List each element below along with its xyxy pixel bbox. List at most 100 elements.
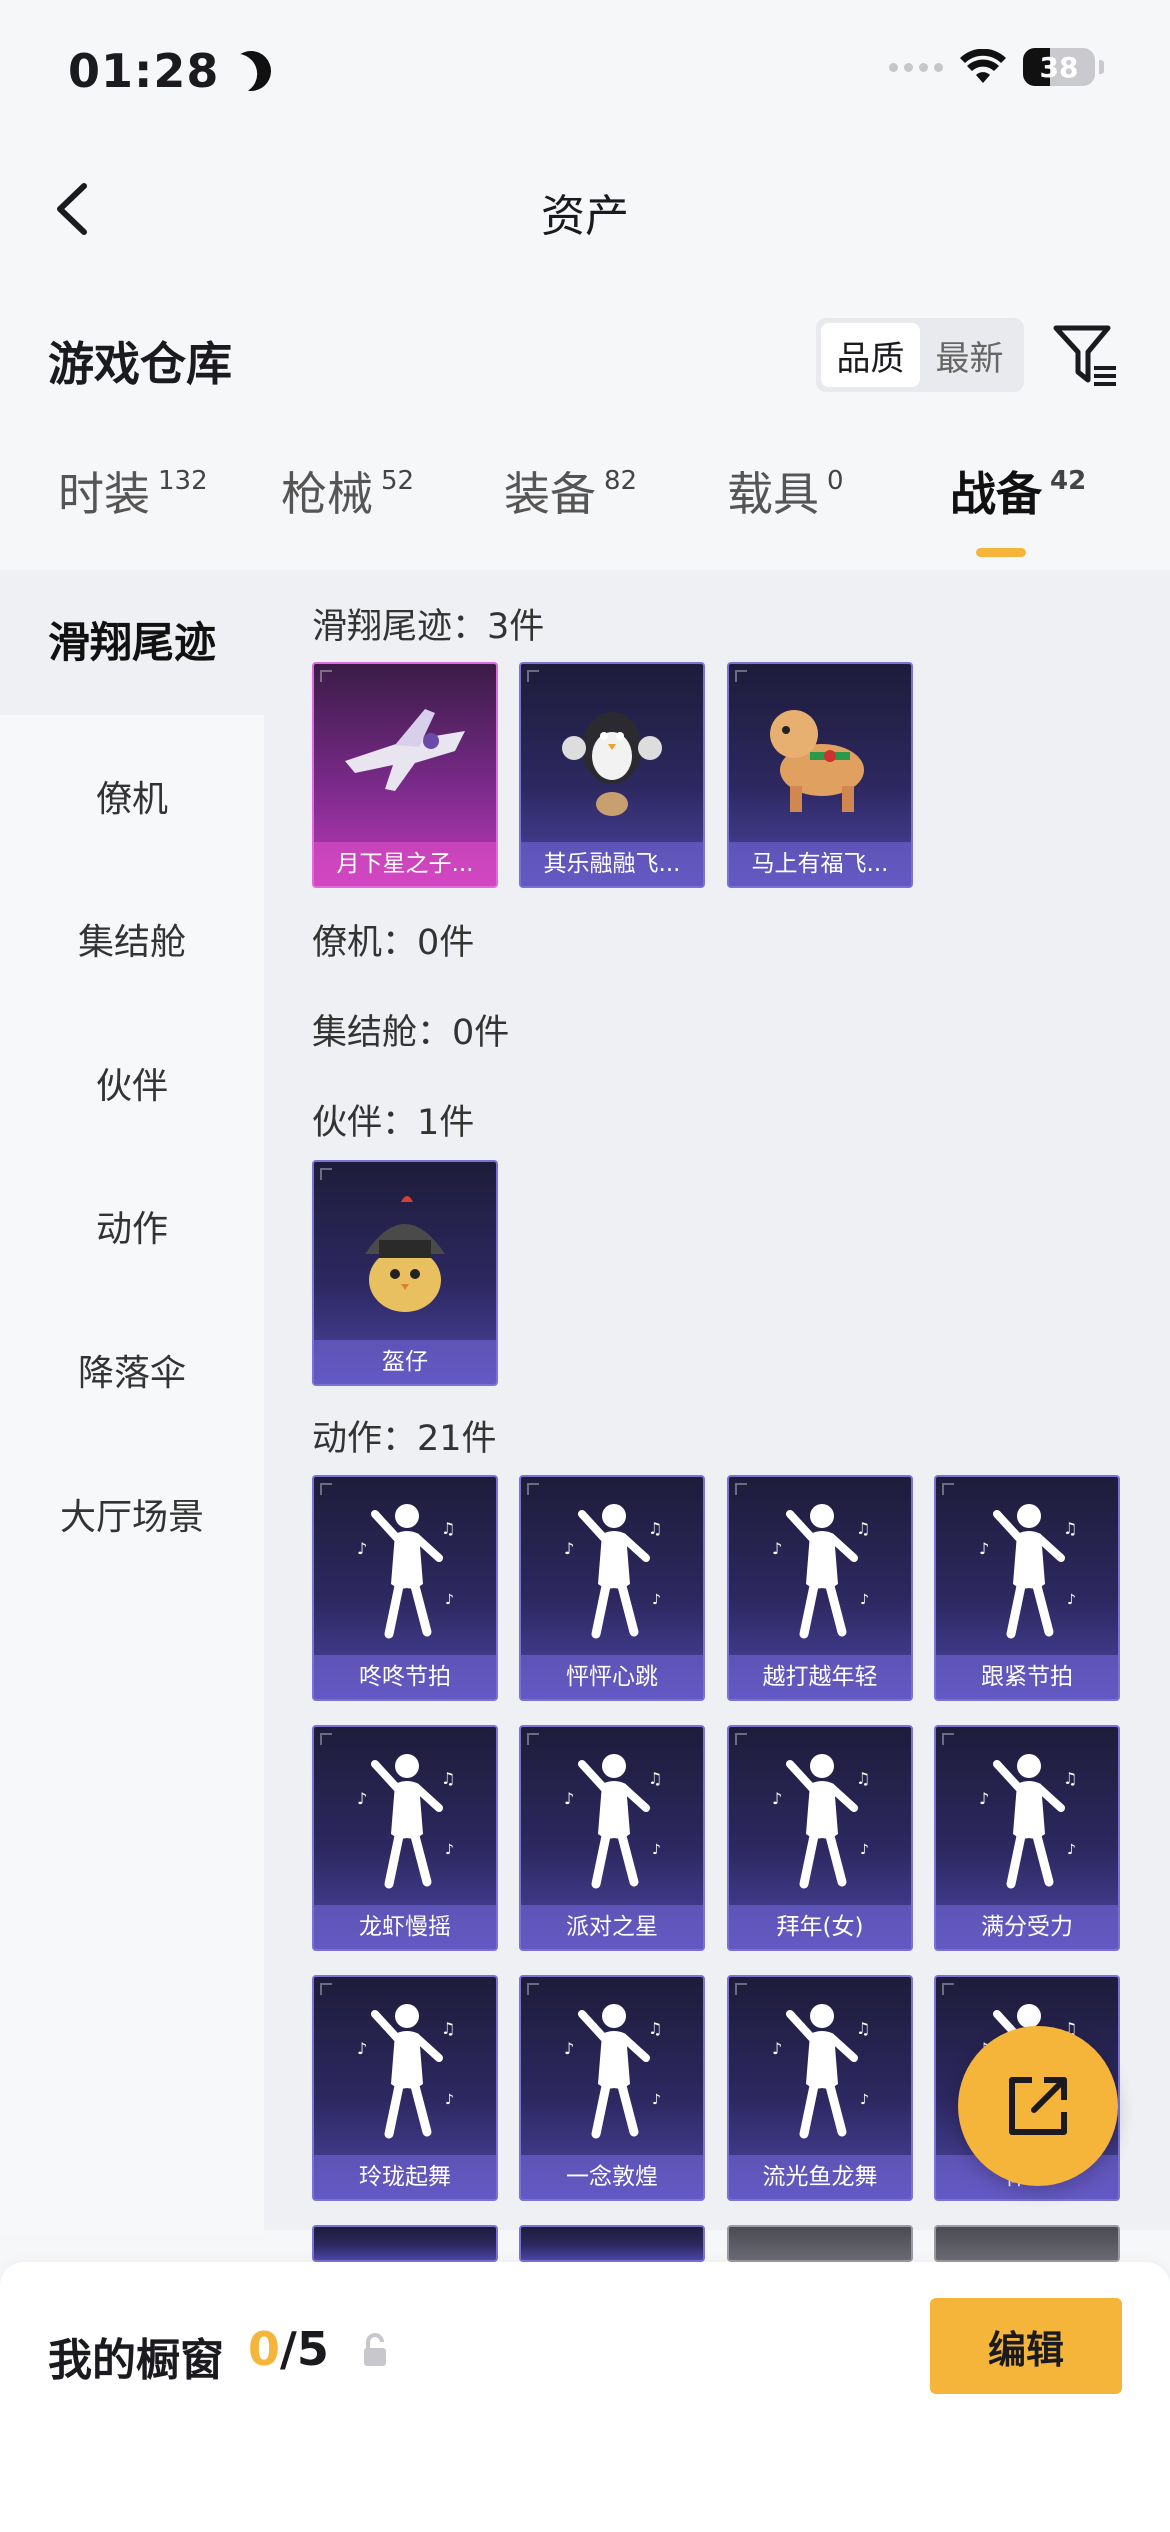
svg-text:♪: ♪ <box>1067 1842 1076 1858</box>
item-card[interactable]: 其乐融融飞... <box>519 662 705 888</box>
item-name: 其乐融融飞... <box>521 842 703 886</box>
item-card[interactable]: 月下星之子... <box>312 662 498 888</box>
sidebar-item-glide-trail[interactable]: 滑翔尾迹 <box>0 570 264 715</box>
svg-text:♫: ♫ <box>1063 1519 1077 1538</box>
sidebar-item-partner[interactable]: 伙伴 <box>0 1057 264 1109</box>
svg-text:♫: ♫ <box>648 1519 662 1538</box>
airplane-icon <box>314 664 496 848</box>
tab-label: 枪械 <box>281 467 373 521</box>
svg-text:♪: ♪ <box>357 1789 367 1808</box>
section-label-emote: 动作：21件 <box>312 1419 497 1459</box>
sidebar-item-emote[interactable]: 动作 <box>0 1200 264 1252</box>
item-card[interactable]: ♪ ♫ ♪ 派对之星 <box>519 1725 705 1951</box>
battery-icon: 38 <box>1023 48 1095 86</box>
sidebar-item-parachute[interactable]: 降落伞 <box>0 1344 264 1396</box>
battery-level: 38 <box>1039 50 1079 84</box>
tab-label: 时装 <box>58 467 150 521</box>
item-card[interactable]: ♪ ♫ ♪ 满分受力 <box>934 1725 1120 1951</box>
svg-text:♫: ♫ <box>648 2019 662 2038</box>
svg-text:♪: ♪ <box>979 1789 989 1808</box>
tab-guns[interactable]: 枪械 52 <box>223 458 446 568</box>
edit-button[interactable]: 编辑 <box>930 2298 1122 2394</box>
active-tab-indicator <box>976 548 1026 557</box>
svg-text:♪: ♪ <box>564 2039 574 2058</box>
svg-text:♪: ♪ <box>860 2092 869 2108</box>
tab-count: 42 <box>1050 466 1087 496</box>
sort-newest-option[interactable]: 最新 <box>920 323 1019 387</box>
item-card[interactable]: ♪ ♫ ♪ 一念敦煌 <box>519 1975 705 2201</box>
svg-text:♪: ♪ <box>445 2092 454 2108</box>
horse-icon <box>729 664 911 848</box>
item-card-partial[interactable] <box>934 2225 1120 2262</box>
dancer-silhouette-icon: ♪ ♫ ♪ <box>729 1977 911 2161</box>
item-name: 怦怦心跳 <box>521 1655 703 1699</box>
item-card-partial[interactable] <box>727 2225 913 2262</box>
filter-button[interactable] <box>1050 320 1120 390</box>
item-name: 满分受力 <box>936 1905 1118 1949</box>
item-name: 一念敦煌 <box>521 2155 703 2199</box>
item-name: 拜年(女) <box>729 1905 911 1949</box>
dancer-silhouette-icon: ♪ ♫ ♪ <box>521 1727 703 1911</box>
dancer-silhouette-icon: ♪ ♫ ♪ <box>521 1477 703 1661</box>
nav-bar: 资产 <box>0 150 1170 260</box>
tab-fashion[interactable]: 时装 132 <box>0 458 223 568</box>
dancer-silhouette-icon: ♪ ♫ ♪ <box>521 1977 703 2161</box>
status-bar: 01:28 38 <box>0 0 1170 140</box>
battery-cap <box>1099 60 1104 74</box>
tab-label: 战备 <box>950 467 1042 521</box>
tab-count: 0 <box>827 466 844 496</box>
page-title: 资产 <box>541 191 629 242</box>
time-text: 01:28 <box>68 44 220 98</box>
item-card[interactable]: ♪ ♫ ♪ 流光鱼龙舞 <box>727 1975 913 2201</box>
dancer-silhouette-icon: ♪ ♫ ♪ <box>729 1477 911 1661</box>
item-card-partial[interactable] <box>312 2225 498 2262</box>
item-card[interactable]: ♪ ♫ ♪ 跟紧节拍 <box>934 1475 1120 1701</box>
dancer-silhouette-icon: ♪ ♫ ♪ <box>314 1727 496 1911</box>
svg-text:♪: ♪ <box>357 2039 367 2058</box>
sidebar-item-rally-pod[interactable]: 集结舱 <box>0 913 264 965</box>
dancer-silhouette-icon: ♪ ♫ ♪ <box>936 1477 1118 1661</box>
sidebar-item-wingman[interactable]: 僚机 <box>0 770 264 822</box>
sort-quality-option[interactable]: 品质 <box>821 323 920 387</box>
dancer-silhouette-icon: ♪ ♫ ♪ <box>729 1727 911 1911</box>
svg-text:♪: ♪ <box>652 1592 661 1608</box>
status-indicators: 38 <box>889 48 1104 86</box>
sidebar-item-lobby-scene[interactable]: 大厅场景 <box>0 1488 264 1540</box>
item-card[interactable]: ♪ ♫ ♪ 玲珑起舞 <box>312 1975 498 2201</box>
sidebar: 滑翔尾迹 僚机 集结舱 伙伴 动作 降落伞 大厅场景 <box>0 570 264 2235</box>
svg-text:♫: ♫ <box>856 2019 870 2038</box>
item-card[interactable]: ♪ ♫ ♪ 龙虾慢摇 <box>312 1725 498 1951</box>
warehouse-title: 游戏仓库 <box>48 337 232 391</box>
item-name: 龙虾慢摇 <box>314 1905 496 1949</box>
tab-count: 132 <box>158 466 208 496</box>
share-button[interactable] <box>958 2026 1118 2186</box>
svg-text:♪: ♪ <box>564 1789 574 1808</box>
item-card-partial[interactable] <box>519 2225 705 2262</box>
svg-text:♪: ♪ <box>860 1592 869 1608</box>
item-name: 派对之星 <box>521 1905 703 1949</box>
tab-count: 52 <box>381 466 415 496</box>
tab-equipment[interactable]: 装备 82 <box>446 458 669 568</box>
item-card[interactable]: ♪ ♫ ♪ 越打越年轻 <box>727 1475 913 1701</box>
share-icon <box>1009 2077 1067 2135</box>
item-name: 盔仔 <box>314 1340 496 1384</box>
item-card[interactable]: 马上有福飞... <box>727 662 913 888</box>
svg-text:♪: ♪ <box>652 1842 661 1858</box>
item-name: 跟紧节拍 <box>936 1655 1118 1699</box>
item-name: 越打越年轻 <box>729 1655 911 1699</box>
item-card[interactable]: 盔仔 <box>312 1160 498 1386</box>
item-card[interactable]: ♪ ♫ ♪ 咚咚节拍 <box>312 1475 498 1701</box>
svg-text:♪: ♪ <box>772 2039 782 2058</box>
svg-text:♫: ♫ <box>856 1519 870 1538</box>
showcase-total: /5 <box>280 2322 329 2376</box>
showcase-bar: 我的橱窗 0/5 编辑 <box>0 2262 1170 2532</box>
svg-text:♪: ♪ <box>564 1539 574 1558</box>
item-card[interactable]: ♪ ♫ ♪ 怦怦心跳 <box>519 1475 705 1701</box>
svg-text:♪: ♪ <box>445 1842 454 1858</box>
lock-icon <box>364 2333 386 2366</box>
section-label-rally-pod: 集结舱：0件 <box>312 1013 510 1053</box>
item-name: 流光鱼龙舞 <box>729 2155 911 2199</box>
showcase-current: 0 <box>248 2322 281 2376</box>
item-card[interactable]: ♪ ♫ ♪ 拜年(女) <box>727 1725 913 1951</box>
tab-vehicles[interactable]: 载具 0 <box>669 458 892 568</box>
